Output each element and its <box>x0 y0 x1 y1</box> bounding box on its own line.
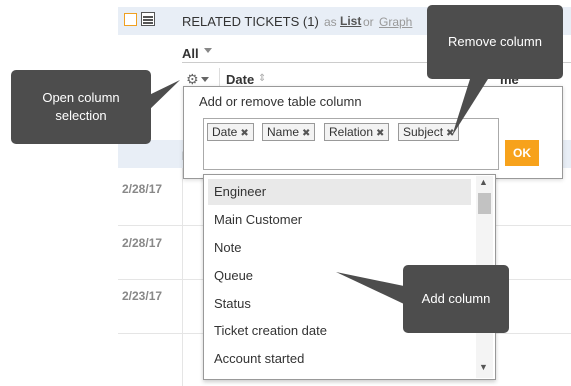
callout-remove-column: Remove column <box>427 5 563 79</box>
callout-open-column-selection: Open column selection <box>11 70 151 144</box>
pointer-open-column <box>147 80 180 112</box>
callout-text: Remove column <box>448 33 542 49</box>
callout-text: Add column <box>421 290 491 306</box>
pointer-add-column <box>336 272 404 304</box>
callout-text: Open column selection <box>42 89 120 123</box>
pointer-remove-column <box>452 79 488 136</box>
callout-add-column: Add column <box>403 265 509 333</box>
